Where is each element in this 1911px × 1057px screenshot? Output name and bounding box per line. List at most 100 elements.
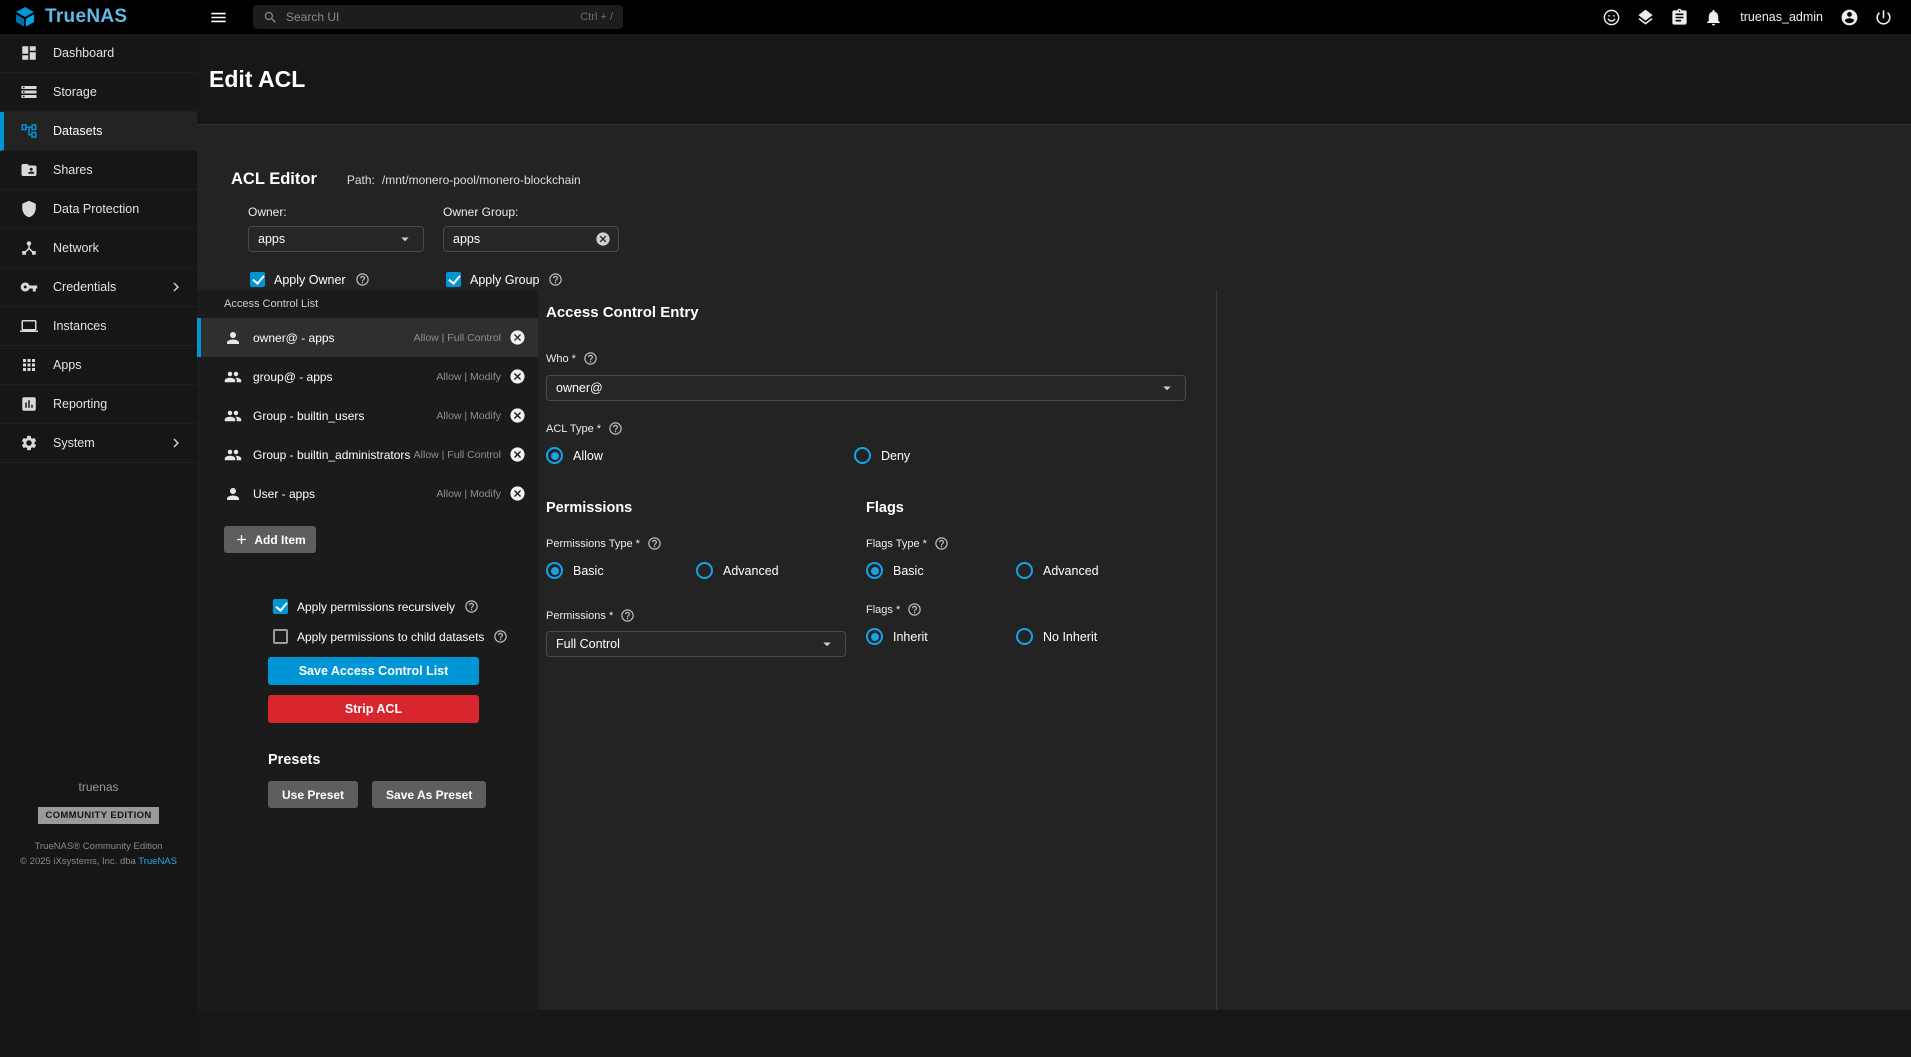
chevron-right-icon [167,434,185,452]
sidebar-item-label: Datasets [53,124,102,138]
checkin-icon[interactable] [1636,8,1655,27]
data-protection-icon [20,200,38,218]
flags-type-advanced-option[interactable]: Advanced [1016,562,1099,579]
inherit-label: Inherit [893,630,928,644]
help-icon[interactable] [907,602,922,617]
acl-entry-row[interactable]: Group - builtin_administrators Allow | F… [197,435,538,474]
help-icon[interactable] [583,351,598,366]
sidebar-item-shares[interactable]: Shares [0,151,197,190]
user-icon [224,329,242,347]
owner-group-input[interactable] [453,232,595,246]
owner-group-field: Owner Group: [443,205,619,252]
sidebar-item-apps[interactable]: Apps [0,346,197,385]
power-icon[interactable] [1874,8,1893,27]
inherit-radio[interactable] [866,628,883,645]
help-icon[interactable] [548,272,563,287]
acl-entry-row[interactable]: owner@ - apps Allow | Full Control [197,318,538,357]
help-icon[interactable] [493,629,508,644]
acl-type-deny-option[interactable]: Deny [854,447,910,464]
who-select[interactable]: owner@ [546,375,1186,401]
jobs-icon[interactable] [1670,8,1689,27]
sidebar-item-label: Credentials [53,280,116,294]
hostname: truenas [0,780,197,794]
ace-heading: Access Control Entry [546,304,1186,321]
help-icon[interactable] [608,421,623,436]
sidebar-item-network[interactable]: Network [0,229,197,268]
system-icon [20,434,38,452]
flags-inherit-option[interactable]: Inherit [866,628,1016,645]
use-preset-button[interactable]: Use Preset [268,781,358,808]
permissions-select[interactable]: Full Control [546,631,846,657]
sidebar-item-instances[interactable]: Instances [0,307,197,346]
brand-text: TrueNAS [45,6,127,28]
search-shortcut-hint: Ctrl + / [580,11,613,23]
group-icon [224,368,242,386]
no-inherit-radio[interactable] [1016,628,1033,645]
flags-type-basic-option[interactable]: Basic [866,562,1016,579]
remove-entry-icon[interactable] [509,446,526,463]
strip-acl-button[interactable]: Strip ACL [268,695,479,723]
flags-no-inherit-option[interactable]: No Inherit [1016,628,1097,645]
sidebar-item-credentials[interactable]: Credentials [0,268,197,307]
no-inherit-label: No Inherit [1043,630,1097,644]
permissions-basic-radio[interactable] [546,562,563,579]
flags-advanced-radio[interactable] [1016,562,1033,579]
search-box: Ctrl + / [253,5,623,29]
owner-value: apps [258,232,285,246]
acl-entry-rule: Allow | Full Control [414,332,501,344]
user-menu-icon[interactable] [1840,8,1859,27]
help-icon[interactable] [934,536,949,551]
acl-entry-row[interactable]: group@ - apps Allow | Modify [197,357,538,396]
brand: TrueNAS [0,5,197,29]
footer-truenas-link[interactable]: TrueNAS [138,856,177,867]
acl-entry-name: group@ - apps [253,370,333,384]
sidebar-item-data-protection[interactable]: Data Protection [0,190,197,229]
permissions-type-advanced-option[interactable]: Advanced [696,562,779,579]
who-value: owner@ [556,381,603,395]
apply-recursively-checkbox[interactable] [273,599,288,614]
help-icon[interactable] [647,536,662,551]
sidebar-item-datasets[interactable]: Datasets [0,112,197,151]
flags-advanced-label: Advanced [1043,564,1099,578]
sidebar-item-reporting[interactable]: Reporting [0,385,197,424]
footer-copyright-text: © 2025 iXsystems, Inc. dba [20,856,138,867]
help-icon[interactable] [464,599,479,614]
remove-entry-icon[interactable] [509,485,526,502]
acl-entry-row[interactable]: User - apps Allow | Modify [197,474,538,513]
flags-type-label-text: Flags Type * [866,538,927,550]
hamburger-menu-icon[interactable] [197,8,239,27]
access-control-list-panel: Access Control List owner@ - apps Allow … [197,290,538,1010]
acl-type-allow-option[interactable]: Allow [546,447,854,464]
permissions-field-label: Permissions * [546,608,866,623]
search-input[interactable] [286,10,572,24]
apply-group-checkbox[interactable] [446,272,461,287]
remove-entry-icon[interactable] [509,368,526,385]
save-as-preset-button[interactable]: Save As Preset [372,781,486,808]
remove-entry-icon[interactable] [509,329,526,346]
acl-entry-row[interactable]: Group - builtin_users Allow | Modify [197,396,538,435]
allow-radio[interactable] [546,447,563,464]
clear-icon[interactable] [595,231,611,247]
shares-icon [20,161,38,179]
help-icon[interactable] [355,272,370,287]
flags-basic-radio[interactable] [866,562,883,579]
edition-badge[interactable]: COMMUNITY EDITION [38,807,158,824]
remove-entry-icon[interactable] [509,407,526,424]
sidebar-item-storage[interactable]: Storage [0,73,197,112]
permissions-advanced-radio[interactable] [696,562,713,579]
apply-owner-checkbox[interactable] [250,272,265,287]
feedback-icon[interactable] [1602,8,1621,27]
permissions-type-basic-option[interactable]: Basic [546,562,696,579]
deny-radio[interactable] [854,447,871,464]
owner-select[interactable]: apps [248,226,424,252]
sidebar-item-dashboard[interactable]: Dashboard [0,34,197,73]
apply-child-datasets-checkbox[interactable] [273,629,288,644]
main-content: Edit ACL ACL Editor Path: /mnt/monero-po… [197,34,1911,1057]
storage-icon [20,83,38,101]
save-acl-button[interactable]: Save Access Control List [268,657,479,685]
sidebar-item-system[interactable]: System [0,424,197,463]
alerts-bell-icon[interactable] [1704,8,1723,27]
sidebar-item-label: Network [53,241,99,255]
add-item-button[interactable]: Add Item [224,526,316,553]
help-icon[interactable] [620,608,635,623]
